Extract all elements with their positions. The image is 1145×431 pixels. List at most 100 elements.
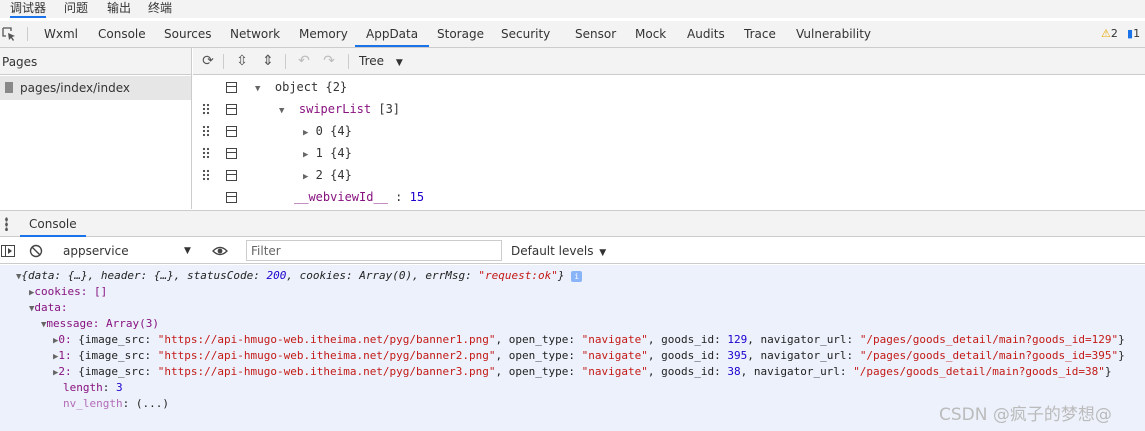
caret-down-icon[interactable]: ▼ — [255, 84, 260, 94]
console-message-item-1[interactable]: ▶1: {image_src: "https://api-hmugo-web.i… — [53, 348, 1125, 364]
top-menu-bar: 调试器 问题 输出 终端 — [0, 0, 1145, 18]
eye-icon[interactable] — [212, 246, 228, 256]
refresh-icon[interactable]: ⟳ — [198, 51, 218, 71]
log-string: "request:ok" — [478, 269, 558, 282]
log-text: , open_type: — [495, 365, 582, 378]
messages-badge[interactable]: ▮1 — [1127, 27, 1140, 40]
tree-row[interactable]: ▶ 2 {4} — [193, 164, 1145, 186]
caret-down-icon[interactable]: ▼ — [279, 106, 284, 116]
console-message-item-2[interactable]: ▶2: {image_src: "https://api-hmugo-web.i… — [53, 364, 1111, 380]
inspect-element-icon[interactable] — [2, 27, 16, 41]
info-icon[interactable]: i — [571, 271, 583, 282]
caret-right-icon[interactable]: ▶ — [303, 150, 308, 160]
tab-network[interactable]: Network — [219, 21, 291, 47]
console-toolbar: appservice ▼ Default levels ▼ — [0, 238, 1145, 264]
edit-node-icon[interactable] — [226, 148, 237, 159]
undo-icon[interactable]: ↶ — [294, 51, 314, 71]
redo-icon[interactable]: ↷ — [319, 51, 339, 71]
context-value: appservice — [63, 244, 129, 258]
context-select[interactable]: appservice — [57, 241, 197, 261]
tab-console[interactable]: Console — [87, 21, 157, 47]
log-levels-value: Default levels — [511, 244, 594, 258]
log-string: "/pages/goods_detail/main?goods_id=395" — [859, 349, 1119, 362]
caret-right-icon[interactable]: ▶ — [303, 172, 308, 182]
edit-node-icon[interactable] — [226, 170, 237, 181]
tree-row[interactable]: ▶ 1 {4} — [193, 142, 1145, 164]
toolbar-separator — [348, 54, 349, 69]
console-message-item-0[interactable]: ▶0: {image_src: "https://api-hmugo-web.i… — [53, 332, 1125, 348]
log-number: 395 — [727, 349, 748, 362]
warnings-count: 2 — [1110, 27, 1118, 40]
drawer-tab-console[interactable]: Console — [20, 211, 86, 237]
tree-row[interactable]: ▼ swiperList [3] — [193, 98, 1145, 120]
tab-appdata[interactable]: AppData — [355, 21, 430, 47]
log-text: {data: {…}, header: {…}, statusCode: — [21, 269, 267, 282]
menu-debugger[interactable]: 调试器 — [10, 0, 47, 18]
devtools-tab-bar: Wxml Console Sources Network Memory AppD… — [0, 21, 1145, 48]
page-item-index[interactable]: pages/index/index — [0, 76, 191, 100]
tree-row[interactable]: __webviewId__ : 15 — [193, 186, 1145, 208]
drag-handle-icon[interactable] — [202, 103, 210, 116]
menu-problems[interactable]: 问题 — [64, 0, 88, 18]
log-text: , navigator_url: — [740, 365, 854, 378]
view-mode-value: Tree — [359, 54, 385, 68]
log-string: "https://api-hmugo-web.itheima.net/pyg/b… — [157, 333, 496, 346]
warnings-badge[interactable]: ⚠2 — [1101, 27, 1118, 40]
tab-wxml[interactable]: Wxml — [33, 21, 89, 47]
log-string: "navigate" — [581, 333, 648, 346]
tree-meta: {4} — [330, 168, 352, 182]
tab-audits[interactable]: Audits — [676, 21, 736, 47]
tab-sensor[interactable]: Sensor — [564, 21, 627, 47]
console-prop-data[interactable]: ▼data: — [29, 300, 68, 316]
drag-handle-icon[interactable] — [202, 125, 210, 138]
tab-sources[interactable]: Sources — [153, 21, 222, 47]
menu-terminal[interactable]: 终端 — [148, 0, 172, 18]
collapse-all-icon[interactable]: ⇳ — [232, 51, 252, 71]
log-text: } — [1104, 365, 1112, 378]
log-text: {image_src: — [71, 365, 158, 378]
log-text: } — [1118, 333, 1125, 346]
tab-memory[interactable]: Memory — [288, 21, 359, 47]
log-number: 200 — [266, 269, 287, 282]
tree-meta: {2} — [325, 80, 348, 94]
log-text: {image_src: — [71, 349, 158, 362]
more-options-icon[interactable] — [5, 217, 8, 231]
menu-output[interactable]: 输出 — [107, 0, 131, 18]
log-string: "navigate" — [581, 349, 648, 362]
log-text: } — [557, 269, 565, 282]
console-log-object[interactable]: ▼{data: {…}, header: {…}, statusCode: 20… — [16, 268, 583, 284]
console-prop-cookies[interactable]: ▶cookies: [] — [29, 284, 107, 300]
edit-node-icon[interactable] — [226, 192, 237, 203]
tab-mock[interactable]: Mock — [624, 21, 677, 47]
edit-node-icon[interactable] — [226, 126, 237, 137]
prop-text: message: Array(3) — [46, 317, 160, 330]
drag-handle-icon[interactable] — [202, 169, 210, 182]
edit-node-icon[interactable] — [226, 82, 237, 93]
drag-handle-icon[interactable] — [202, 147, 210, 160]
tab-security[interactable]: Security — [490, 21, 561, 47]
caret-right-icon[interactable]: ▶ — [303, 128, 308, 138]
expand-all-icon[interactable]: ⇕ — [258, 51, 278, 71]
console-prop-message[interactable]: ▼message: Array(3) — [41, 316, 159, 332]
log-text: , cookies: Array(0), errMsg: — [286, 269, 479, 282]
filter-input[interactable] — [246, 240, 502, 261]
log-text: , goods_id: — [647, 365, 728, 378]
console-prop-nv-length[interactable]: nv_length: (...) — [63, 396, 169, 412]
file-icon — [5, 82, 13, 93]
log-number: 38 — [727, 365, 741, 378]
tree-row[interactable]: ▼ object {2} — [193, 76, 1145, 98]
tab-vulnerability[interactable]: Vulnerability — [785, 21, 882, 47]
clear-console-icon[interactable] — [29, 244, 43, 258]
page-item-label: pages/index/index — [20, 81, 130, 95]
tree-row[interactable]: ▶ 0 {4} — [193, 120, 1145, 142]
tree-key: __webviewId__ — [294, 190, 388, 204]
log-number: 129 — [727, 333, 748, 346]
tab-storage[interactable]: Storage — [426, 21, 495, 47]
tab-trace[interactable]: Trace — [733, 21, 787, 47]
log-levels-select[interactable]: Default levels ▼ — [511, 241, 606, 261]
edit-node-icon[interactable] — [226, 104, 237, 115]
view-mode-select[interactable]: Tree ▼ — [359, 48, 403, 75]
log-text: , navigator_url: — [747, 349, 860, 362]
sidebar-toggle-icon[interactable] — [1, 244, 15, 258]
tree-key: 1 — [315, 146, 323, 160]
